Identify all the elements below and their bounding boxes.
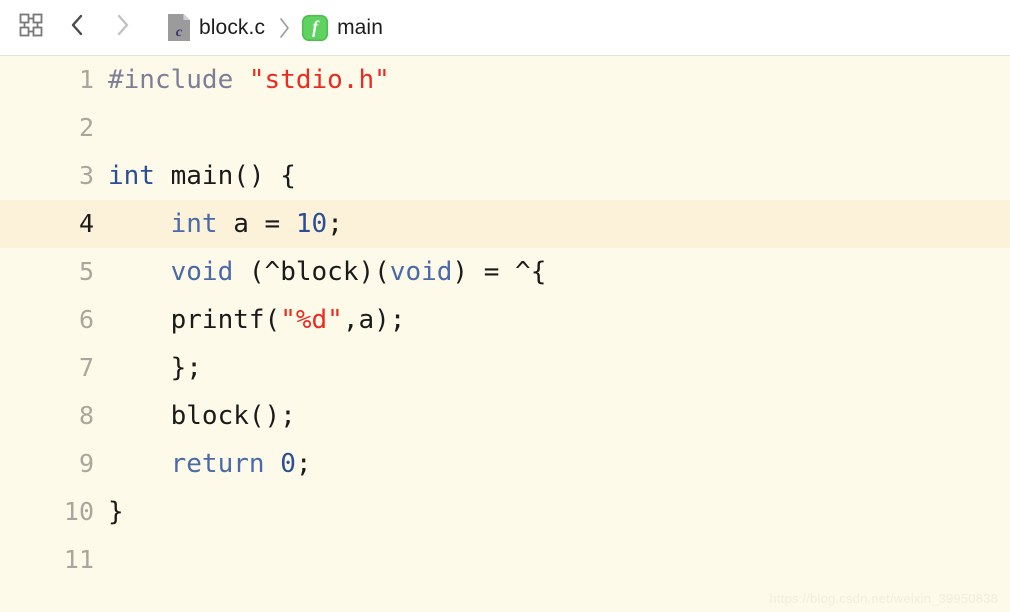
- code-token: return: [170, 449, 265, 479]
- watermark: https://blog.csdn.net/weixin_39950838: [769, 591, 998, 606]
- code-token: int: [108, 161, 155, 191]
- code-token: };: [108, 353, 202, 383]
- breadcrumb-function-label: main: [337, 15, 383, 39]
- code-line[interactable]: 6 printf("%d",a);: [0, 296, 1010, 344]
- code-token: a =: [217, 209, 296, 239]
- code-token: #include: [108, 65, 249, 95]
- line-number: 10: [63, 497, 94, 526]
- line-number: 2: [78, 113, 94, 142]
- code-token: (^block)(: [233, 257, 390, 287]
- code-lines: 1 #include "stdio.h" 2 3 int main() {4 int a…: [0, 56, 1010, 584]
- navigation-arrows: [58, 9, 142, 47]
- code-line[interactable]: 8 block();: [0, 392, 1010, 440]
- chevron-right-icon: [113, 12, 133, 43]
- line-source: void (^block)(void) = ^{: [108, 248, 1010, 296]
- breadcrumb-item-file[interactable]: c block.c: [166, 12, 267, 43]
- line-source: return 0;: [108, 440, 1010, 488]
- code-token: void: [389, 257, 453, 287]
- code-line[interactable]: 2: [0, 104, 1010, 152]
- breadcrumb: c block.c f main: [166, 12, 385, 43]
- modules-button[interactable]: [12, 9, 50, 47]
- c-file-icon: c: [168, 14, 190, 41]
- code-token: "stdio.h": [248, 65, 390, 95]
- forward-button[interactable]: [104, 9, 142, 47]
- code-token: block();: [108, 401, 296, 431]
- code-token: int: [170, 209, 218, 239]
- code-token: }: [108, 497, 124, 527]
- code-line[interactable]: 3 int main() {: [0, 152, 1010, 200]
- code-editor[interactable]: 1 #include "stdio.h" 2 3 int main() {4 int a…: [0, 56, 1010, 612]
- code-line[interactable]: 10}: [0, 488, 1010, 536]
- line-number: 1: [78, 65, 94, 94]
- code-token: ;: [327, 209, 343, 239]
- code-line[interactable]: 5 void (^block)(void) = ^{: [0, 248, 1010, 296]
- code-token: printf(: [108, 305, 281, 335]
- line-number: 9: [78, 449, 94, 478]
- code-token: ) = ^{: [452, 257, 547, 287]
- line-number: 3: [78, 161, 94, 190]
- function-icon: f: [302, 14, 329, 41]
- code-line[interactable]: 7 };: [0, 344, 1010, 392]
- line-number: 6: [78, 305, 94, 334]
- line-source: block();: [108, 392, 1010, 440]
- code-token: 0: [280, 449, 296, 479]
- code-line[interactable]: 9 return 0;: [0, 440, 1010, 488]
- code-token: main() {: [154, 161, 296, 191]
- line-number: 5: [78, 257, 94, 286]
- breadcrumb-item-function[interactable]: f main: [300, 13, 385, 43]
- code-line[interactable]: 4 int a = 10;: [0, 200, 1010, 248]
- breadcrumb-file-label: block.c: [199, 15, 266, 39]
- line-source: #include "stdio.h": [108, 56, 1010, 104]
- code-token: void: [170, 257, 234, 287]
- code-line[interactable]: 1 #include "stdio.h": [0, 56, 1010, 104]
- code-token: ;: [295, 449, 312, 479]
- line-number: 11: [63, 545, 94, 574]
- line-source: }: [108, 488, 1010, 536]
- code-line[interactable]: 11: [0, 536, 1010, 584]
- line-number: 8: [78, 401, 94, 430]
- line-source: int main() {: [108, 152, 1010, 200]
- line-number: 7: [78, 353, 94, 382]
- function-icon-letter: f: [312, 16, 319, 37]
- line-source: int a = 10;: [108, 200, 1010, 248]
- line-number: 4: [78, 209, 94, 238]
- top-toolbar: c block.c f main: [0, 0, 1010, 56]
- code-token: "%d": [280, 305, 343, 335]
- breadcrumb-separator-icon: [278, 16, 291, 40]
- blocks-grid-icon: [18, 12, 44, 43]
- back-button[interactable]: [58, 9, 96, 47]
- c-file-icon-letter: c: [175, 25, 183, 40]
- code-token: 10: [295, 209, 328, 239]
- code-token: ,a);: [342, 305, 406, 335]
- line-source: };: [108, 344, 1010, 392]
- line-source: printf("%d",a);: [108, 296, 1010, 344]
- chevron-left-icon: [67, 12, 87, 43]
